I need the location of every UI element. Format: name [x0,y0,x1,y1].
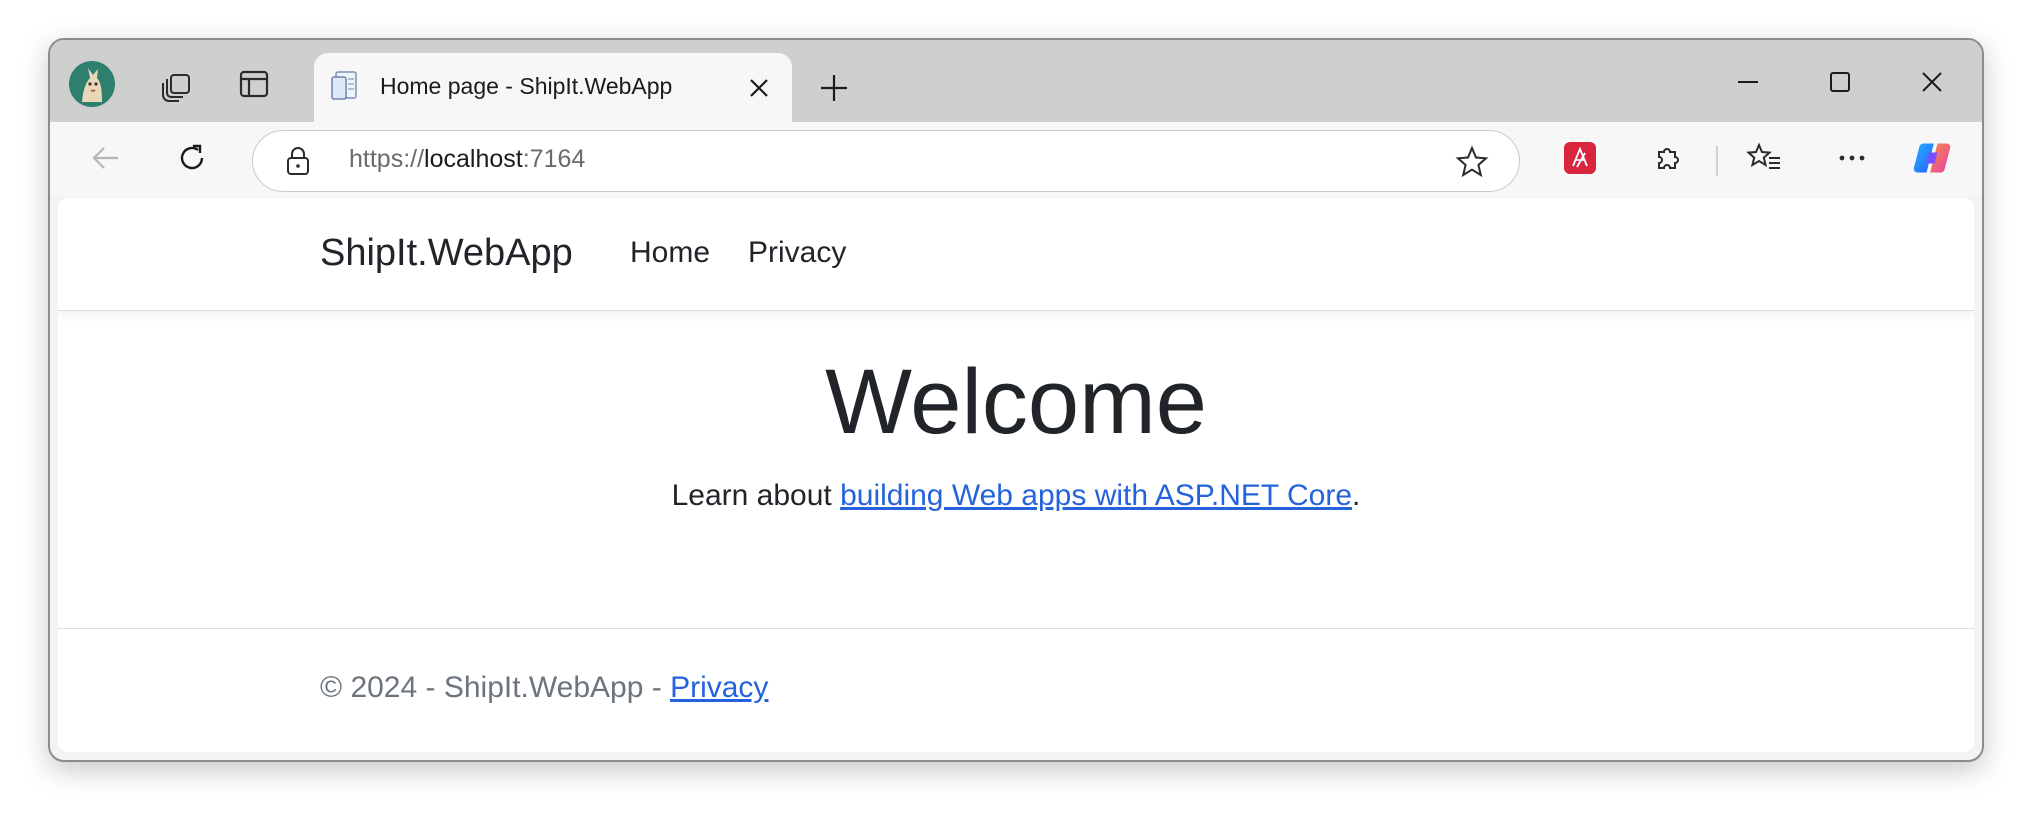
profile-avatar-icon[interactable] [68,60,116,108]
close-tab-icon[interactable] [746,75,772,101]
copyright-text: © 2024 - ShipIt.WebApp - [320,671,671,704]
url-port: :7164 [522,145,586,173]
close-window-icon[interactable] [1914,64,1950,100]
puzzle-icon[interactable] [1648,138,1688,178]
footer-privacy-link[interactable]: Privacy [670,671,768,704]
minimize-icon[interactable] [1730,64,1766,100]
maximize-icon[interactable] [1822,64,1858,100]
page-favicon-icon [331,71,357,100]
favorites-list-icon[interactable] [1744,138,1784,178]
tab-title: Home page - ShipIt.WebApp [380,73,673,99]
copilot-icon[interactable] [1912,138,1952,178]
toolbar-separator [1716,146,1718,176]
browser-window: Home page - ShipIt.WebApp https://localh… [48,38,1984,762]
main-content: Welcome Learn about building Web apps wi… [58,310,1974,628]
site-brand-link[interactable]: ShipIt.WebApp [320,232,573,275]
refresh-icon[interactable] [172,138,212,178]
tab-active[interactable]: Home page - ShipIt.WebApp [314,53,792,122]
aspnet-docs-link[interactable]: building Web apps with ASP.NET Core [840,479,1352,512]
tab-strip: Home page - ShipIt.WebApp [50,40,1982,122]
acrobat-extension-icon[interactable] [1560,138,1600,178]
url-text[interactable]: https://localhost:7164 [349,145,585,174]
url-host: localhost [424,145,523,173]
nav-home-link[interactable]: Home [630,236,710,270]
address-bar[interactable]: https://localhost:7164 [252,130,1520,192]
page-viewport: ShipIt.WebApp Home Privacy Welcome Learn… [58,198,1974,752]
browser-toolbar: https://localhost:7164 [50,122,1982,196]
star-icon[interactable] [1455,145,1489,179]
intro-paragraph: Learn about building Web apps with ASP.N… [58,479,1974,513]
site-navbar: ShipIt.WebApp Home Privacy [58,198,1974,311]
footer-text: © 2024 - ShipIt.WebApp - Privacy [320,671,768,705]
url-scheme: https:// [349,145,425,173]
ellipsis-icon[interactable] [1832,138,1872,178]
nav-privacy-link[interactable]: Privacy [748,236,846,270]
back-arrow-icon[interactable] [86,138,126,178]
vertical-tabs-icon[interactable] [230,60,278,108]
workspaces-icon[interactable] [152,60,200,108]
intro-period: . [1352,479,1361,513]
plus-icon[interactable] [816,70,852,106]
intro-text: Learn about [671,479,841,513]
site-footer: © 2024 - ShipIt.WebApp - Privacy [58,628,1974,752]
page-heading: Welcome [825,351,1207,453]
lock-icon[interactable] [283,145,313,177]
